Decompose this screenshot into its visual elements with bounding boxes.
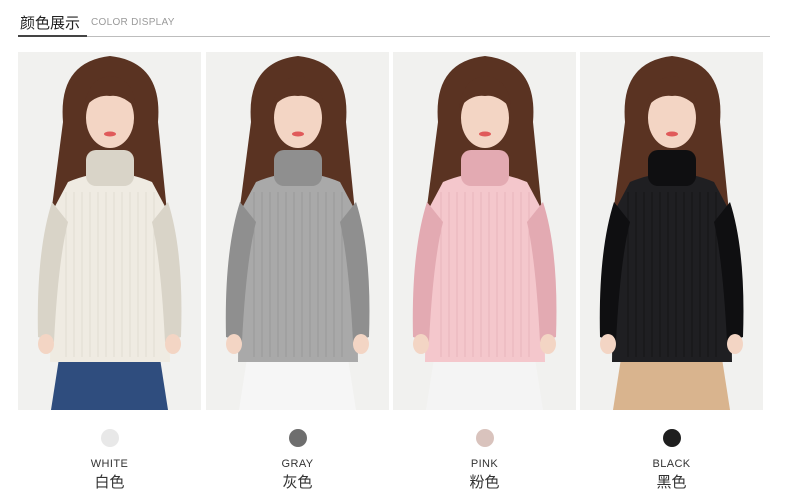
model-illustration [393,52,576,410]
header-accent-underline [18,35,87,37]
lips [292,131,304,137]
color-name-en: BLACK [652,458,691,470]
model-illustration [206,52,389,410]
color-name-cn: 白色 [94,474,125,491]
model-illustration [580,52,763,410]
color-name-cn: 黑色 [656,474,687,491]
color-name-en: WHITE [90,458,129,470]
sweater-turtleneck [86,150,134,186]
section-title-cn: 颜色展示 [20,15,81,32]
color-name-cn: 粉色 [469,474,500,491]
sweater-body [50,173,170,362]
sweater-body [238,173,358,362]
hand-left [38,334,54,354]
product-photo-white[interactable] [18,52,201,410]
sweater-body [425,173,545,362]
section-title-en: COLOR DISPLAY [91,17,175,28]
hand-left [226,334,242,354]
hand-left [413,334,429,354]
color-name-en: GRAY [281,458,314,470]
sweater-turtleneck [461,150,509,186]
product-photo-gray[interactable] [206,52,389,410]
color-dot-black[interactable] [662,429,681,447]
sweater-body [612,173,732,362]
swatch-pink[interactable]: PINK 粉色 [393,425,576,492]
swatch-black[interactable]: BLACK 黑色 [580,425,763,492]
hand-right [165,334,181,354]
section-header: 颜色展示 COLOR DISPLAY [18,10,770,38]
color-dot-gray[interactable] [288,429,307,447]
hand-left [600,334,616,354]
lips [666,131,678,137]
color-dot-pink[interactable] [475,429,494,447]
product-photo-black[interactable] [580,52,763,410]
color-photo-row [18,52,763,410]
color-dot-white[interactable] [100,429,119,447]
swatch-gray[interactable]: GRAY 灰色 [206,425,389,492]
hand-right [540,334,556,354]
header-divider [18,36,770,37]
hand-right [727,334,743,354]
model-illustration [18,52,201,410]
swatch-white[interactable]: WHITE 白色 [18,425,201,492]
color-name-cn: 灰色 [282,474,313,491]
color-name-en: PINK [470,458,499,470]
sweater-turtleneck [274,150,322,186]
lips [104,131,116,137]
hand-right [353,334,369,354]
product-photo-pink[interactable] [393,52,576,410]
color-swatch-row: WHITE 白色 GRAY 灰色 PINK 粉色 BLACK 黑色 [18,425,763,493]
sweater-turtleneck [648,150,696,186]
lips [479,131,491,137]
